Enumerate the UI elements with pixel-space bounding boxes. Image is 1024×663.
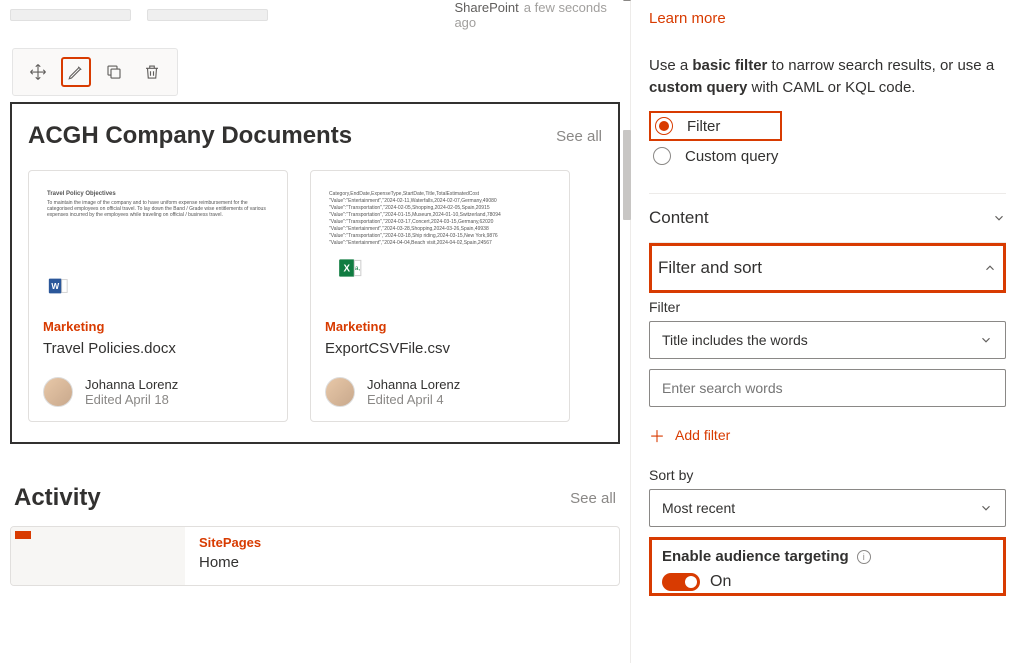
- file-placeholder-2: [147, 9, 268, 21]
- radio-filter[interactable]: Filter: [649, 111, 782, 141]
- card-category: Marketing: [325, 319, 555, 334]
- chevron-down-icon: [979, 501, 993, 515]
- edit-button[interactable]: [61, 57, 91, 87]
- dropdown-value: Most recent: [662, 500, 735, 516]
- activity-source: SitePages: [199, 535, 261, 550]
- filter-dropdown[interactable]: Title includes the words: [649, 321, 1006, 359]
- section-label: Content: [649, 208, 709, 228]
- webpart-title: ACGH Company Documents: [28, 122, 352, 150]
- audience-targeting-box: Enable audience targeting i On: [649, 537, 1006, 596]
- card-author: Johanna Lorenz: [367, 377, 460, 392]
- delete-button[interactable]: [137, 57, 167, 87]
- see-all-link[interactable]: See all: [556, 128, 602, 145]
- svg-text:W: W: [51, 282, 59, 291]
- chevron-down-icon: [992, 211, 1006, 225]
- info-icon[interactable]: i: [857, 550, 871, 564]
- learn-more-link[interactable]: Learn more: [649, 10, 726, 27]
- see-all-link[interactable]: See all: [570, 490, 616, 507]
- sort-label: Sort by: [649, 467, 1006, 483]
- avatar: [325, 377, 355, 407]
- dropdown-value: Title includes the words: [662, 332, 808, 348]
- card-author: Johanna Lorenz: [85, 377, 178, 392]
- activity-item[interactable]: SitePages Home: [10, 526, 620, 586]
- source-label: SharePointa few seconds ago: [454, 0, 620, 30]
- avatar: [43, 377, 73, 407]
- card-edited: Edited April 18: [85, 392, 178, 407]
- radio-icon: [653, 147, 671, 165]
- word-icon: W: [47, 275, 69, 297]
- card-edited: Edited April 4: [367, 392, 460, 407]
- documents-webpart: ACGH Company Documents See all Travel Po…: [10, 102, 620, 444]
- card-preview: Travel Policy Objectives To maintain the…: [43, 183, 273, 311]
- section-label: Filter and sort: [658, 258, 762, 278]
- svg-text:a,: a,: [355, 265, 361, 272]
- document-card[interactable]: Travel Policy Objectives To maintain the…: [28, 170, 288, 422]
- activity-name: Home: [199, 554, 261, 571]
- card-preview: Category,EndDate,ExpenseType,StartDate,T…: [325, 183, 555, 311]
- sort-dropdown[interactable]: Most recent: [649, 489, 1006, 527]
- add-filter-button[interactable]: ＋ Add filter: [649, 423, 1006, 447]
- chevron-up-icon: [983, 261, 997, 275]
- radio-custom-query[interactable]: Custom query: [649, 141, 1006, 171]
- add-filter-label: Add filter: [675, 427, 730, 443]
- filter-description: Use a basic filter to narrow search resu…: [649, 55, 1006, 99]
- radio-icon: [655, 117, 673, 135]
- card-title: ExportCSVFile.csv: [325, 340, 555, 357]
- scrollbar[interactable]: [623, 130, 631, 220]
- radio-label: Filter: [687, 118, 720, 135]
- card-title: Travel Policies.docx: [43, 340, 273, 357]
- webpart-toolbar: [12, 48, 178, 96]
- radio-label: Custom query: [685, 148, 778, 165]
- duplicate-button[interactable]: [99, 57, 129, 87]
- audience-toggle[interactable]: On: [662, 573, 993, 591]
- filter-label: Filter: [649, 299, 1006, 315]
- document-card[interactable]: Category,EndDate,ExpenseType,StartDate,T…: [310, 170, 570, 422]
- audience-label-text: Enable audience targeting: [662, 548, 849, 565]
- search-words-input[interactable]: [649, 369, 1006, 407]
- excel-icon: Xa,: [337, 255, 363, 281]
- chevron-down-icon: [979, 333, 993, 347]
- content-section-header[interactable]: Content: [649, 194, 1006, 242]
- scroll-up-icon[interactable]: [623, 0, 631, 1]
- move-button[interactable]: [23, 57, 53, 87]
- card-category: Marketing: [43, 319, 273, 334]
- activity-title: Activity: [14, 484, 101, 512]
- toggle-label: On: [710, 573, 731, 591]
- svg-text:X: X: [343, 263, 350, 274]
- activity-thumbnail: [11, 527, 185, 585]
- file-placeholder-1: [10, 9, 131, 21]
- filter-sort-section-header[interactable]: Filter and sort: [649, 243, 1006, 293]
- plus-icon: ＋: [649, 423, 665, 447]
